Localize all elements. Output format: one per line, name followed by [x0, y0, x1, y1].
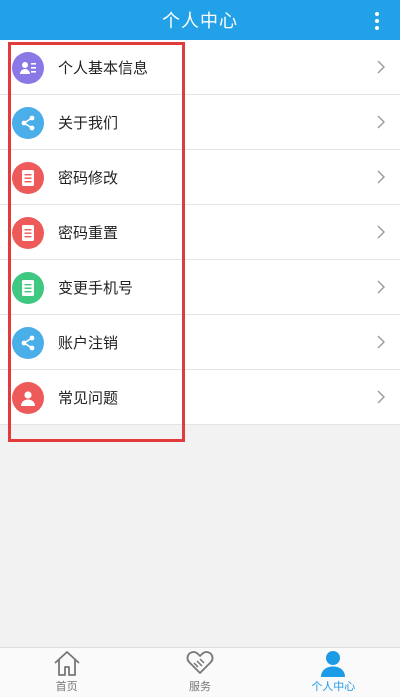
handshake-icon — [186, 651, 214, 674]
document-icon — [12, 272, 44, 304]
document-icon — [12, 162, 44, 194]
menu-item-label: 密码重置 — [58, 223, 119, 242]
more-menu-button[interactable] — [374, 12, 380, 30]
menu-item-reset-password[interactable]: 密码重置 — [0, 205, 400, 260]
chevron-right-icon — [377, 60, 385, 74]
user-icon — [12, 382, 44, 414]
menu-item-label: 常见问题 — [58, 388, 119, 407]
tab-label: 服务 — [188, 680, 211, 693]
menu-item-label: 关于我们 — [58, 113, 119, 132]
menu-item-label: 账户注销 — [58, 333, 119, 352]
tab-label: 个人中心 — [311, 680, 356, 693]
more-icon-dot — [375, 26, 379, 30]
menu-item-about-us[interactable]: 关于我们 — [0, 95, 400, 150]
chevron-right-icon — [377, 225, 385, 239]
home-icon — [54, 651, 80, 676]
chevron-right-icon — [377, 280, 385, 294]
menu-item-faq[interactable]: 常见问题 — [0, 370, 400, 425]
tab-service[interactable]: 服务 — [133, 648, 266, 697]
more-icon-dot — [375, 19, 379, 23]
app-header: 个人中心 — [0, 0, 400, 40]
chevron-right-icon — [377, 390, 385, 404]
tab-personal-center[interactable]: 个人中心 — [267, 648, 400, 697]
page-title: 个人中心 — [162, 11, 238, 32]
document-icon — [12, 217, 44, 249]
chevron-right-icon — [377, 335, 385, 349]
more-icon — [375, 12, 379, 16]
bottom-tab-bar: 首页 服务 个人中心 — [0, 647, 400, 697]
menu-item-label: 个人基本信息 — [58, 58, 149, 77]
chevron-right-icon — [377, 115, 385, 129]
menu-list: 个人基本信息 关于我们 密码修改 密码重置 变更手机号 账户注销 常见问题 — [0, 40, 400, 425]
menu-item-label: 密码修改 — [58, 168, 119, 187]
menu-item-change-password[interactable]: 密码修改 — [0, 150, 400, 205]
share-icon — [12, 327, 44, 359]
share-icon — [12, 107, 44, 139]
profile-card-icon — [12, 52, 44, 84]
chevron-right-icon — [377, 170, 385, 184]
menu-item-basic-info[interactable]: 个人基本信息 — [0, 40, 400, 95]
menu-item-delete-account[interactable]: 账户注销 — [0, 315, 400, 370]
menu-item-label: 变更手机号 — [58, 278, 134, 297]
tab-home[interactable]: 首页 — [0, 648, 133, 697]
user-icon — [321, 651, 346, 677]
menu-item-change-phone[interactable]: 变更手机号 — [0, 260, 400, 315]
tab-label: 首页 — [55, 680, 78, 693]
